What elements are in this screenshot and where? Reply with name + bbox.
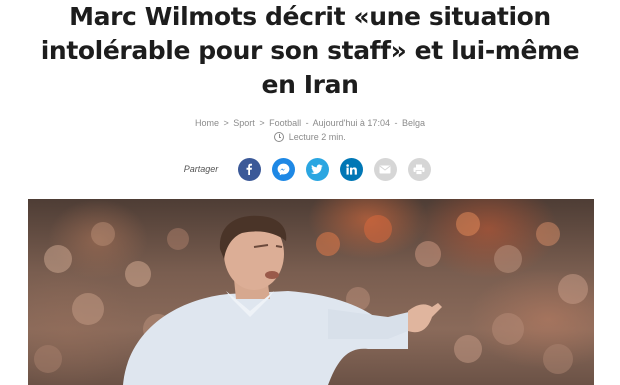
printer-icon — [413, 164, 425, 175]
breadcrumb: Home > Sport > Football - Aujourd'hui à … — [0, 117, 620, 130]
reading-time: Lecture 2 min. — [0, 131, 620, 144]
share-messenger-button[interactable] — [271, 157, 295, 181]
breadcrumb-separator: > — [223, 118, 229, 128]
facebook-icon — [246, 163, 253, 175]
envelope-icon — [379, 165, 391, 173]
share-linkedin-button[interactable] — [339, 157, 363, 181]
coach-photo-illustration — [34, 212, 588, 385]
article-photo — [28, 199, 594, 385]
breadcrumb-football-link[interactable]: Football — [269, 118, 301, 128]
breadcrumb-sport-link[interactable]: Sport — [233, 118, 255, 128]
linkedin-icon — [346, 163, 357, 175]
breadcrumb-separator: - — [305, 118, 309, 128]
share-email-button[interactable] — [373, 157, 397, 181]
article-page: Marc Wilmots décrit «une situation intol… — [0, 0, 620, 385]
breadcrumb-separator: > — [259, 118, 265, 128]
article-source: Belga — [401, 118, 426, 128]
publish-date: Aujourd'hui à 17:04 — [312, 118, 390, 128]
share-print-button[interactable] — [407, 157, 431, 181]
breadcrumb-separator: - — [394, 118, 398, 128]
share-label: Partager — [183, 164, 219, 174]
messenger-icon — [277, 163, 290, 175]
share-twitter-button[interactable] — [305, 157, 329, 181]
share-facebook-button[interactable] — [237, 157, 261, 181]
article-title: Marc Wilmots décrit «une situation intol… — [40, 2, 580, 99]
share-bar: Partager — [0, 157, 620, 181]
clock-icon — [274, 132, 285, 142]
twitter-icon — [311, 164, 324, 174]
breadcrumb-home-link[interactable]: Home — [195, 118, 219, 128]
reading-time-label: Lecture 2 min. — [288, 132, 346, 142]
